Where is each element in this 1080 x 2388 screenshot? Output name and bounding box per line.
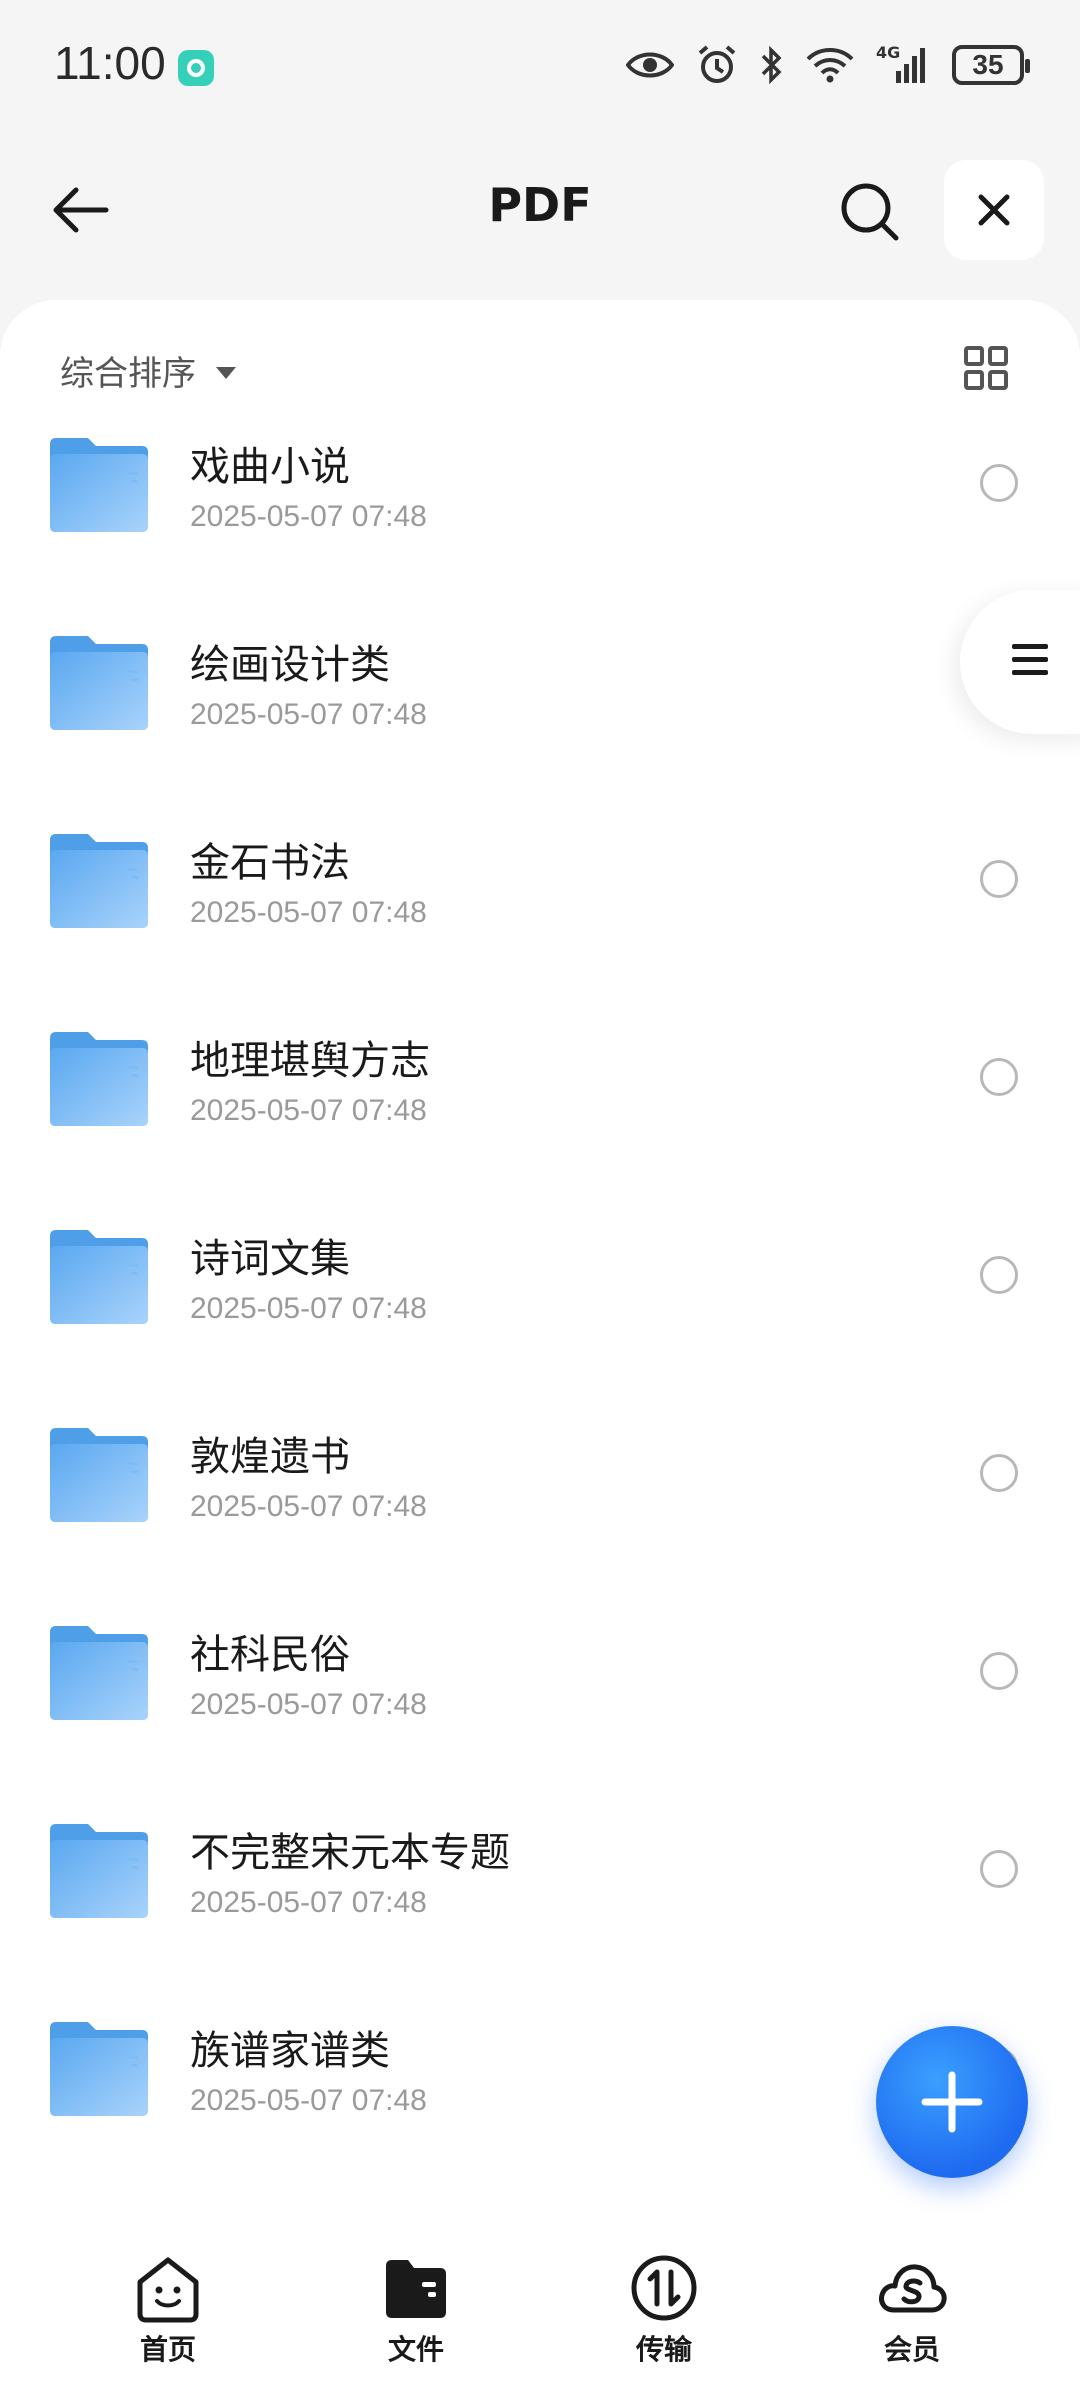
file-date: 2025-05-07 07:48 [190,500,427,533]
nav-label-transfer: 传输 [635,2333,692,2366]
file-row[interactable]: 绘画设计类 2025-05-07 07:48 [0,610,1080,808]
select-radio[interactable] [980,1652,1018,1690]
select-radio[interactable] [980,860,1018,898]
file-row[interactable]: 诗词文集 2025-05-07 07:48 [0,1204,1080,1402]
transfer-icon [631,2255,697,2321]
home-face-icon [137,2257,199,2323]
nav-item-files[interactable]: 文件 [336,2252,496,2368]
file-name: 不完整宋元本专题 [190,1830,510,1876]
eye-icon [626,52,674,78]
folder-icon [50,1626,148,1720]
nav-label-files: 文件 [387,2333,444,2366]
nav-label-vip: 会员 [883,2333,940,2366]
app-notification-icon [178,50,214,86]
file-row[interactable]: 地理堪舆方志 2025-05-07 07:48 [0,1006,1080,1204]
folder-icon [386,2260,446,2318]
file-name: 社科民俗 [190,1632,350,1678]
bluetooth-icon [761,45,782,85]
folder-icon [50,438,148,532]
file-name: 地理堪舆方志 [190,1038,430,1084]
nav-item-home[interactable]: 首页 [88,2252,248,2368]
grid-view-icon[interactable] [962,344,1010,392]
file-name: 绘画设计类 [190,642,390,688]
file-list-panel: 综合排序 戏曲小说 2025-05-07 07:48 绘画设计类 2025-05-07… [0,300,1080,2220]
status-bar: 11:00 4G 35 [0,0,1080,135]
select-radio[interactable] [980,1850,1018,1888]
add-button[interactable] [876,2026,1028,2178]
select-radio[interactable] [980,464,1018,502]
folder-icon [50,2022,148,2116]
search-icon [841,183,899,241]
file-row[interactable]: 社科民俗 2025-05-07 07:48 [0,1600,1080,1798]
file-row[interactable]: 敦煌遗书 2025-05-07 07:48 [0,1402,1080,1600]
file-date: 2025-05-07 07:48 [190,1292,427,1325]
nav-item-vip[interactable]: 会员 [832,2252,992,2368]
file-row[interactable]: 金石书法 2025-05-07 07:48 [0,808,1080,1006]
cellular-signal-icon: 4G [876,43,930,85]
page-title: PDF [488,178,592,232]
file-date: 2025-05-07 07:48 [190,1886,427,1919]
alarm-icon [698,45,736,83]
file-row[interactable]: 不完整宋元本专题 2025-05-07 07:48 [0,1798,1080,1996]
folder-icon [50,1824,148,1918]
folder-icon [50,636,148,730]
search-button[interactable] [832,174,908,250]
file-name: 金石书法 [190,840,350,886]
file-name: 诗词文集 [190,1236,350,1282]
file-date: 2025-05-07 07:48 [190,896,427,929]
file-date: 2025-05-07 07:48 [190,2084,427,2117]
close-button[interactable] [944,160,1044,260]
folder-icon [50,1428,148,1522]
bottom-nav: 首页 文件 传输 会员 [0,2220,1080,2388]
file-list: 戏曲小说 2025-05-07 07:48 绘画设计类 2025-05-07 07:4… [0,412,1080,2194]
nav-item-transfer[interactable]: 传输 [584,2252,744,2368]
menu-icon [1012,644,1048,675]
status-icons: 4G 35 [626,40,1030,90]
battery-level: 35 [972,49,1004,80]
file-date: 2025-05-07 07:48 [190,1688,427,1721]
file-date: 2025-05-07 07:48 [190,1094,427,1127]
file-date: 2025-05-07 07:48 [190,1490,427,1523]
close-icon [978,194,1010,226]
nav-label-home: 首页 [139,2333,196,2366]
status-time: 11:00 [54,37,166,89]
wifi-icon [806,48,854,83]
plus-icon [921,2071,983,2133]
battery-indicator: 35 [952,45,1030,85]
folder-icon [50,834,148,928]
file-date: 2025-05-07 07:48 [190,698,427,731]
file-name: 戏曲小说 [190,444,350,490]
sort-label: 综合排序 [60,354,196,394]
select-radio[interactable] [980,1454,1018,1492]
file-name: 敦煌遗书 [190,1434,350,1480]
vip-cloud-icon [879,2264,947,2313]
file-name: 族谱家谱类 [190,2028,390,2074]
sort-dropdown[interactable]: 综合排序 [60,346,236,395]
select-radio[interactable] [980,1256,1018,1294]
header: PDF [0,150,1080,270]
file-row[interactable]: 戏曲小说 2025-05-07 07:48 [0,412,1080,610]
select-radio[interactable] [980,1058,1018,1096]
folder-icon [50,1032,148,1126]
caret-down-icon [216,366,236,379]
folder-icon [50,1230,148,1324]
